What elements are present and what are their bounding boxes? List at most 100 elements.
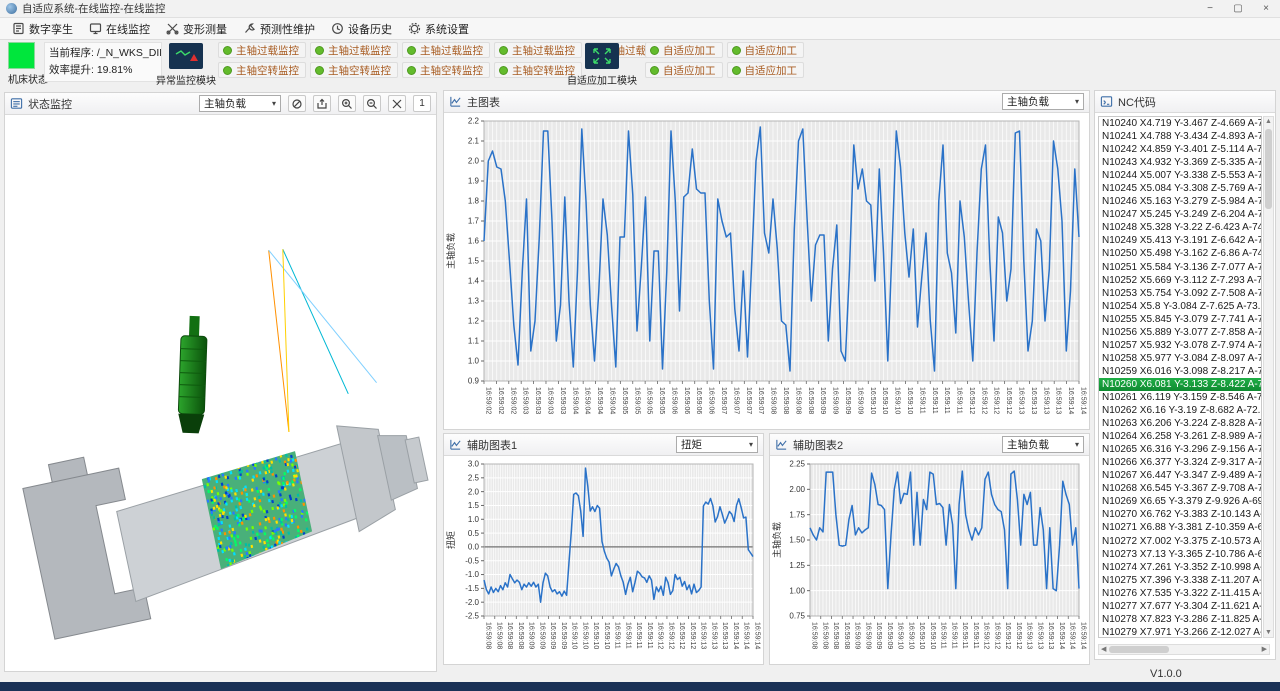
nc-line[interactable]: N10278 X7.823 Y-3.286 Z-11.825 A-63.73 [1099,613,1261,626]
spindle-overload-monitor-button[interactable]: 主轴过载监控 [218,42,306,58]
status-monitor-signal-select[interactable]: 主轴负载▾ [199,95,281,112]
nc-line[interactable]: N10241 X4.788 Y-3.434 Z-4.893 A-76.062 [1099,130,1261,143]
svg-text:0.5: 0.5 [468,529,480,538]
svg-text:1.50: 1.50 [789,536,805,545]
nc-line-active[interactable]: N10260 X6.081 Y-3.133 Z-8.422 A-72.835 [1099,378,1261,391]
nc-line[interactable]: N10252 X5.669 Y-3.112 Z-7.293 A-73.844 [1099,274,1261,287]
minimize-button[interactable]: − [1196,3,1224,14]
svg-text:16:59:12: 16:59:12 [667,622,674,649]
nc-line[interactable]: N10261 X6.119 Y-3.159 Z-8.546 A-72.701 [1099,391,1261,404]
svg-text:16:59:03: 16:59:03 [559,387,566,414]
svg-text:16:59:11: 16:59:11 [972,622,979,649]
nc-line[interactable]: N10265 X6.316 Y-3.296 Z-9.156 A-71.771 [1099,443,1261,456]
svg-text:16:59:10: 16:59:10 [581,622,588,649]
spindle-idle-monitor-button[interactable]: 主轴空转监控 [218,62,306,78]
svg-text:16:59:10: 16:59:10 [918,622,925,649]
nc-line[interactable]: N10242 X4.859 Y-3.401 Z-5.114 A-75.775 [1099,143,1261,156]
svg-text:16:59:13: 16:59:13 [1018,387,1025,414]
nc-line[interactable]: N10257 X5.932 Y-3.078 Z-7.974 A-73.243 [1099,339,1261,352]
menu-item-4[interactable]: 预测性维护 [237,19,325,39]
adaptive-machining-button[interactable]: 自适应加工 [645,62,723,78]
svg-text:16:59:04: 16:59:04 [608,387,615,414]
svg-text:16:59:13: 16:59:13 [1055,387,1062,414]
menu-item-6[interactable]: 系统设置 [402,19,479,39]
nc-horizontal-scrollbar[interactable]: ◀ ▶ [1098,644,1270,655]
nc-line[interactable]: N10267 X6.447 Y-3.347 Z-9.489 A-71.055 [1099,469,1261,482]
spindle-idle-monitor-button[interactable]: 主轴空转监控 [310,62,398,78]
nc-line[interactable]: N10272 X7.002 Y-3.375 Z-10.573 A-68.05 [1099,535,1261,548]
nc-line[interactable]: N10275 X7.396 Y-3.338 Z-11.207 A-65.95 [1099,574,1261,587]
svg-text:16:59:08: 16:59:08 [506,622,513,649]
menu-item-5[interactable]: 设备历史 [325,19,402,39]
svg-text:2.00: 2.00 [789,485,805,494]
nc-line[interactable]: N10266 X6.377 Y-3.324 Z-9.317 A-71.443 [1099,456,1261,469]
nc-line[interactable]: N10258 X5.977 Y-3.084 Z-8.097 A-73.138 [1099,352,1261,365]
svg-text:16:59:09: 16:59:09 [538,622,545,649]
aux-chart2: 0.751.001.251.501.752.002.2516:59:0816:5… [770,456,1089,664]
nc-line[interactable]: N10273 X7.13 Y-3.365 Z-10.786 A-67.372 [1099,548,1261,561]
system-settings-icon [408,22,421,35]
nc-line[interactable]: N10271 X6.88 Y-3.381 Z-10.359 A-68.711 [1099,521,1261,534]
nc-line[interactable]: N10250 X5.498 Y-3.162 Z-6.86 A-74.178 C [1099,247,1261,260]
nc-line[interactable]: N10270 X6.762 Y-3.383 Z-10.143 A-69.34 [1099,508,1261,521]
svg-text:1.5: 1.5 [468,257,480,266]
nc-line[interactable]: N10247 X5.245 Y-3.249 Z-6.204 A-74.701 [1099,208,1261,221]
maximize-button[interactable]: ▢ [1224,3,1252,14]
zoom-out-icon[interactable] [363,95,381,112]
predictive-maintenance-icon [243,22,256,35]
nc-line[interactable]: N10259 X6.016 Y-3.098 Z-8.217 A-73.036 [1099,365,1261,378]
nc-line[interactable]: N10249 X5.413 Y-3.191 Z-6.642 A-74.346 [1099,234,1261,247]
nc-line[interactable]: N10243 X4.932 Y-3.369 Z-5.335 A-75.523 [1099,156,1261,169]
svg-text:16:59:13: 16:59:13 [1026,622,1033,649]
adaptive-machining-button[interactable]: 自适应加工 [727,42,805,58]
svg-text:16:59:05: 16:59:05 [633,387,640,414]
adaptive-machining-button[interactable]: 自适应加工 [645,42,723,58]
zoom-in-icon[interactable] [338,95,356,112]
main-chart-signal-select[interactable]: 主轴负载▾ [1002,93,1084,110]
close-button[interactable]: × [1252,3,1280,14]
spindle-overload-monitor-button[interactable]: 主轴过载监控 [402,42,490,58]
nc-line[interactable]: N10277 X7.677 Y-3.304 Z-11.621 A-64.48 [1099,600,1261,613]
spindle-overload-monitor-button[interactable]: 主轴过载监控 [310,42,398,58]
nc-line[interactable]: N10262 X6.16 Y-3.19 Z-8.682 A-72.534 C [1099,404,1261,417]
fit-view-icon[interactable] [388,95,406,112]
nc-line[interactable]: N10269 X6.65 Y-3.379 Z-9.926 A-69.947 C [1099,495,1261,508]
menu-item-2[interactable]: 在线监控 [83,19,160,39]
nc-line[interactable]: N10264 X6.258 Y-3.261 Z-8.989 A-72.072 [1099,430,1261,443]
nc-line[interactable]: N10251 X5.584 Y-3.136 Z-7.077 A-74.012 [1099,261,1261,274]
aux-chart1-signal-select[interactable]: 扭矩▾ [676,436,758,453]
anomaly-module[interactable]: 异常监控模块 [146,43,226,87]
nc-line[interactable]: N10279 X7.971 Y-3.266 Z-12.027 A-62.98 [1099,626,1261,638]
nc-line[interactable]: N10274 X7.261 Y-3.352 Z-10.998 A-66.67 [1099,561,1261,574]
nc-line[interactable]: N10254 X5.8 Y-3.084 Z-7.625 A-73.571 C [1099,300,1261,313]
nc-line[interactable]: N10263 X6.206 Y-3.224 Z-8.828 A-72.33 C [1099,417,1261,430]
main-chart-icon [449,95,462,108]
svg-text:16:59:03: 16:59:03 [522,387,529,414]
nc-line[interactable]: N10240 X4.719 Y-3.467 Z-4.669 A-76.396 [1099,117,1261,130]
svg-text:16:59:10: 16:59:10 [907,622,914,649]
aux-chart2-signal-select[interactable]: 主轴负载▾ [1002,436,1084,453]
menu-item-3[interactable]: 变形测量 [160,19,237,39]
svg-text:0.9: 0.9 [468,377,480,386]
nc-line[interactable]: N10255 X5.845 Y-3.079 Z-7.741 A-73.458 [1099,313,1261,326]
nc-vertical-scrollbar[interactable]: ▲ ▼ [1263,116,1274,638]
zoom-counter[interactable]: 1 [413,95,431,112]
nc-line[interactable]: N10268 X6.545 Y-3.367 Z-9.708 A-70.519 [1099,482,1261,495]
svg-text:16:59:08: 16:59:08 [770,387,777,414]
nc-line[interactable]: N10245 X5.084 Y-3.308 Z-5.769 A-75.088 [1099,182,1261,195]
spindle-idle-monitor-button[interactable]: 主轴空转监控 [402,62,490,78]
nc-line[interactable]: N10248 X5.328 Y-3.22 Z-6.423 A-74.52 C [1099,221,1261,234]
nc-line[interactable]: N10276 X7.535 Y-3.322 Z-11.415 A-65.22 [1099,587,1261,600]
nc-line[interactable]: N10246 X5.163 Y-3.279 Z-5.984 A-74.892 [1099,195,1261,208]
machine-3d-view[interactable] [5,115,436,671]
menu-item-1[interactable]: 数字孪生 [6,19,83,39]
nc-line[interactable]: N10244 X5.007 Y-3.338 Z-5.553 A-75.297 [1099,169,1261,182]
nc-code-list[interactable]: N10240 X4.719 Y-3.467 Z-4.669 A-76.396N1… [1098,116,1262,638]
export-icon[interactable] [313,95,331,112]
svg-text:16:59:13: 16:59:13 [710,622,717,649]
nc-line[interactable]: N10253 X5.754 Y-3.092 Z-7.508 A-73.677 [1099,287,1261,300]
adaptive-module[interactable]: 自适应加工模块 [562,43,642,87]
nc-line[interactable]: N10256 X5.889 Y-3.077 Z-7.858 A-73.348 [1099,326,1261,339]
adaptive-machining-button[interactable]: 自适应加工 [727,62,805,78]
pointer-mode-icon[interactable] [288,95,306,112]
